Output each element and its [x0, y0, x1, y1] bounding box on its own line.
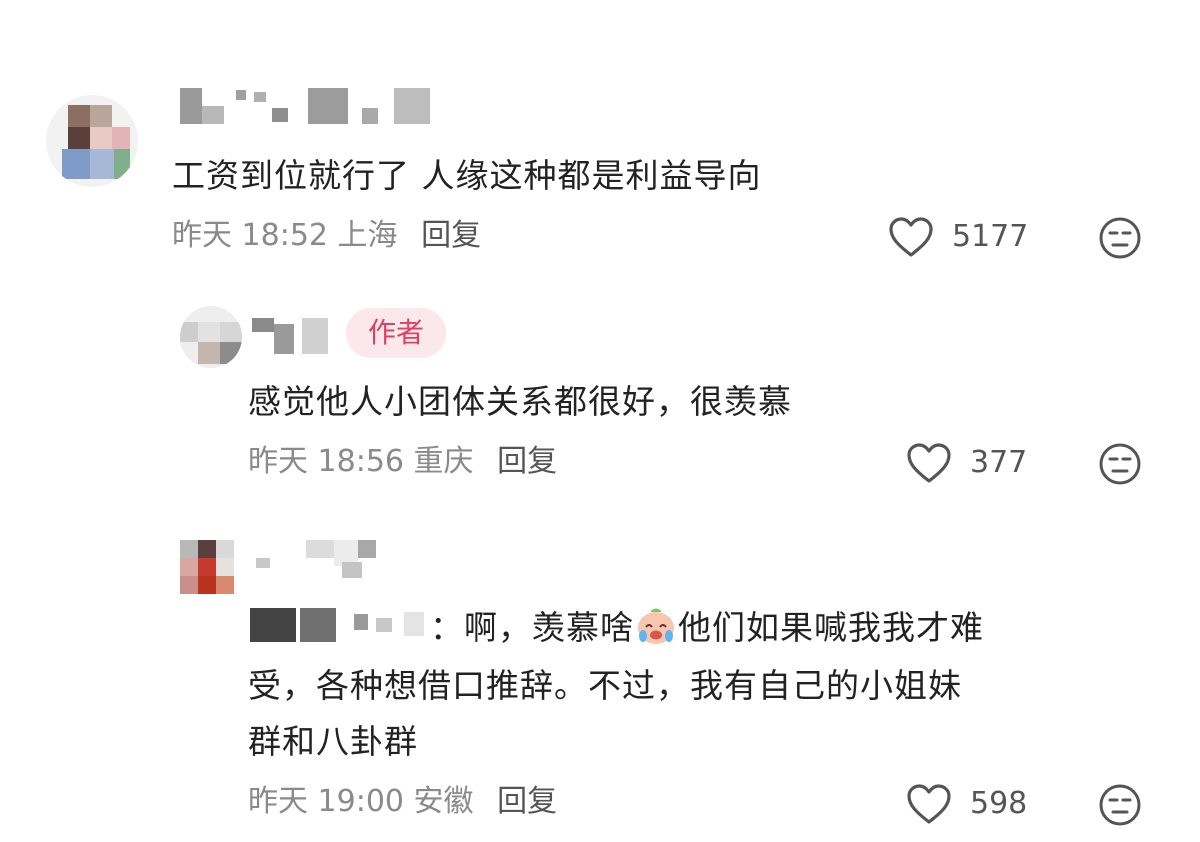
username-blurred[interactable]: [252, 540, 382, 580]
comment-text-line-2: 受，各种想借口推辞。不过，我有自己的小姐妹: [248, 666, 962, 705]
comment-meta: 昨天 19:00 安徽 回复: [248, 782, 557, 822]
comment-location: 安徽: [413, 784, 474, 819]
mention-blurred[interactable]: [250, 604, 450, 644]
avatar[interactable]: [180, 540, 234, 594]
like-button[interactable]: 598: [906, 782, 1027, 826]
like-count: 598: [970, 786, 1028, 821]
unhappy-face-icon: [1099, 784, 1141, 826]
heart-outline-icon: [907, 784, 951, 824]
dislike-button[interactable]: [1098, 783, 1142, 827]
comment-text-line-1: ：啊，羡慕啥 他们如果喊我我才难: [430, 600, 1150, 655]
crying-face-emoji: [638, 608, 674, 644]
comment-text-line-3: 群和八卦群: [248, 722, 418, 761]
comment-time: 昨天 19:00: [248, 784, 404, 819]
comment-text-prefix: ：啊，羡慕啥: [430, 608, 634, 647]
comment-3: ：啊，羡慕啥 他们如果喊我我才难 受，各种想借口推辞。不过，我有自己的小姐妹 群…: [0, 0, 1200, 842]
reply-button[interactable]: 回复: [497, 784, 557, 819]
comment-text-suffix: 他们如果喊我我才难: [678, 608, 984, 647]
